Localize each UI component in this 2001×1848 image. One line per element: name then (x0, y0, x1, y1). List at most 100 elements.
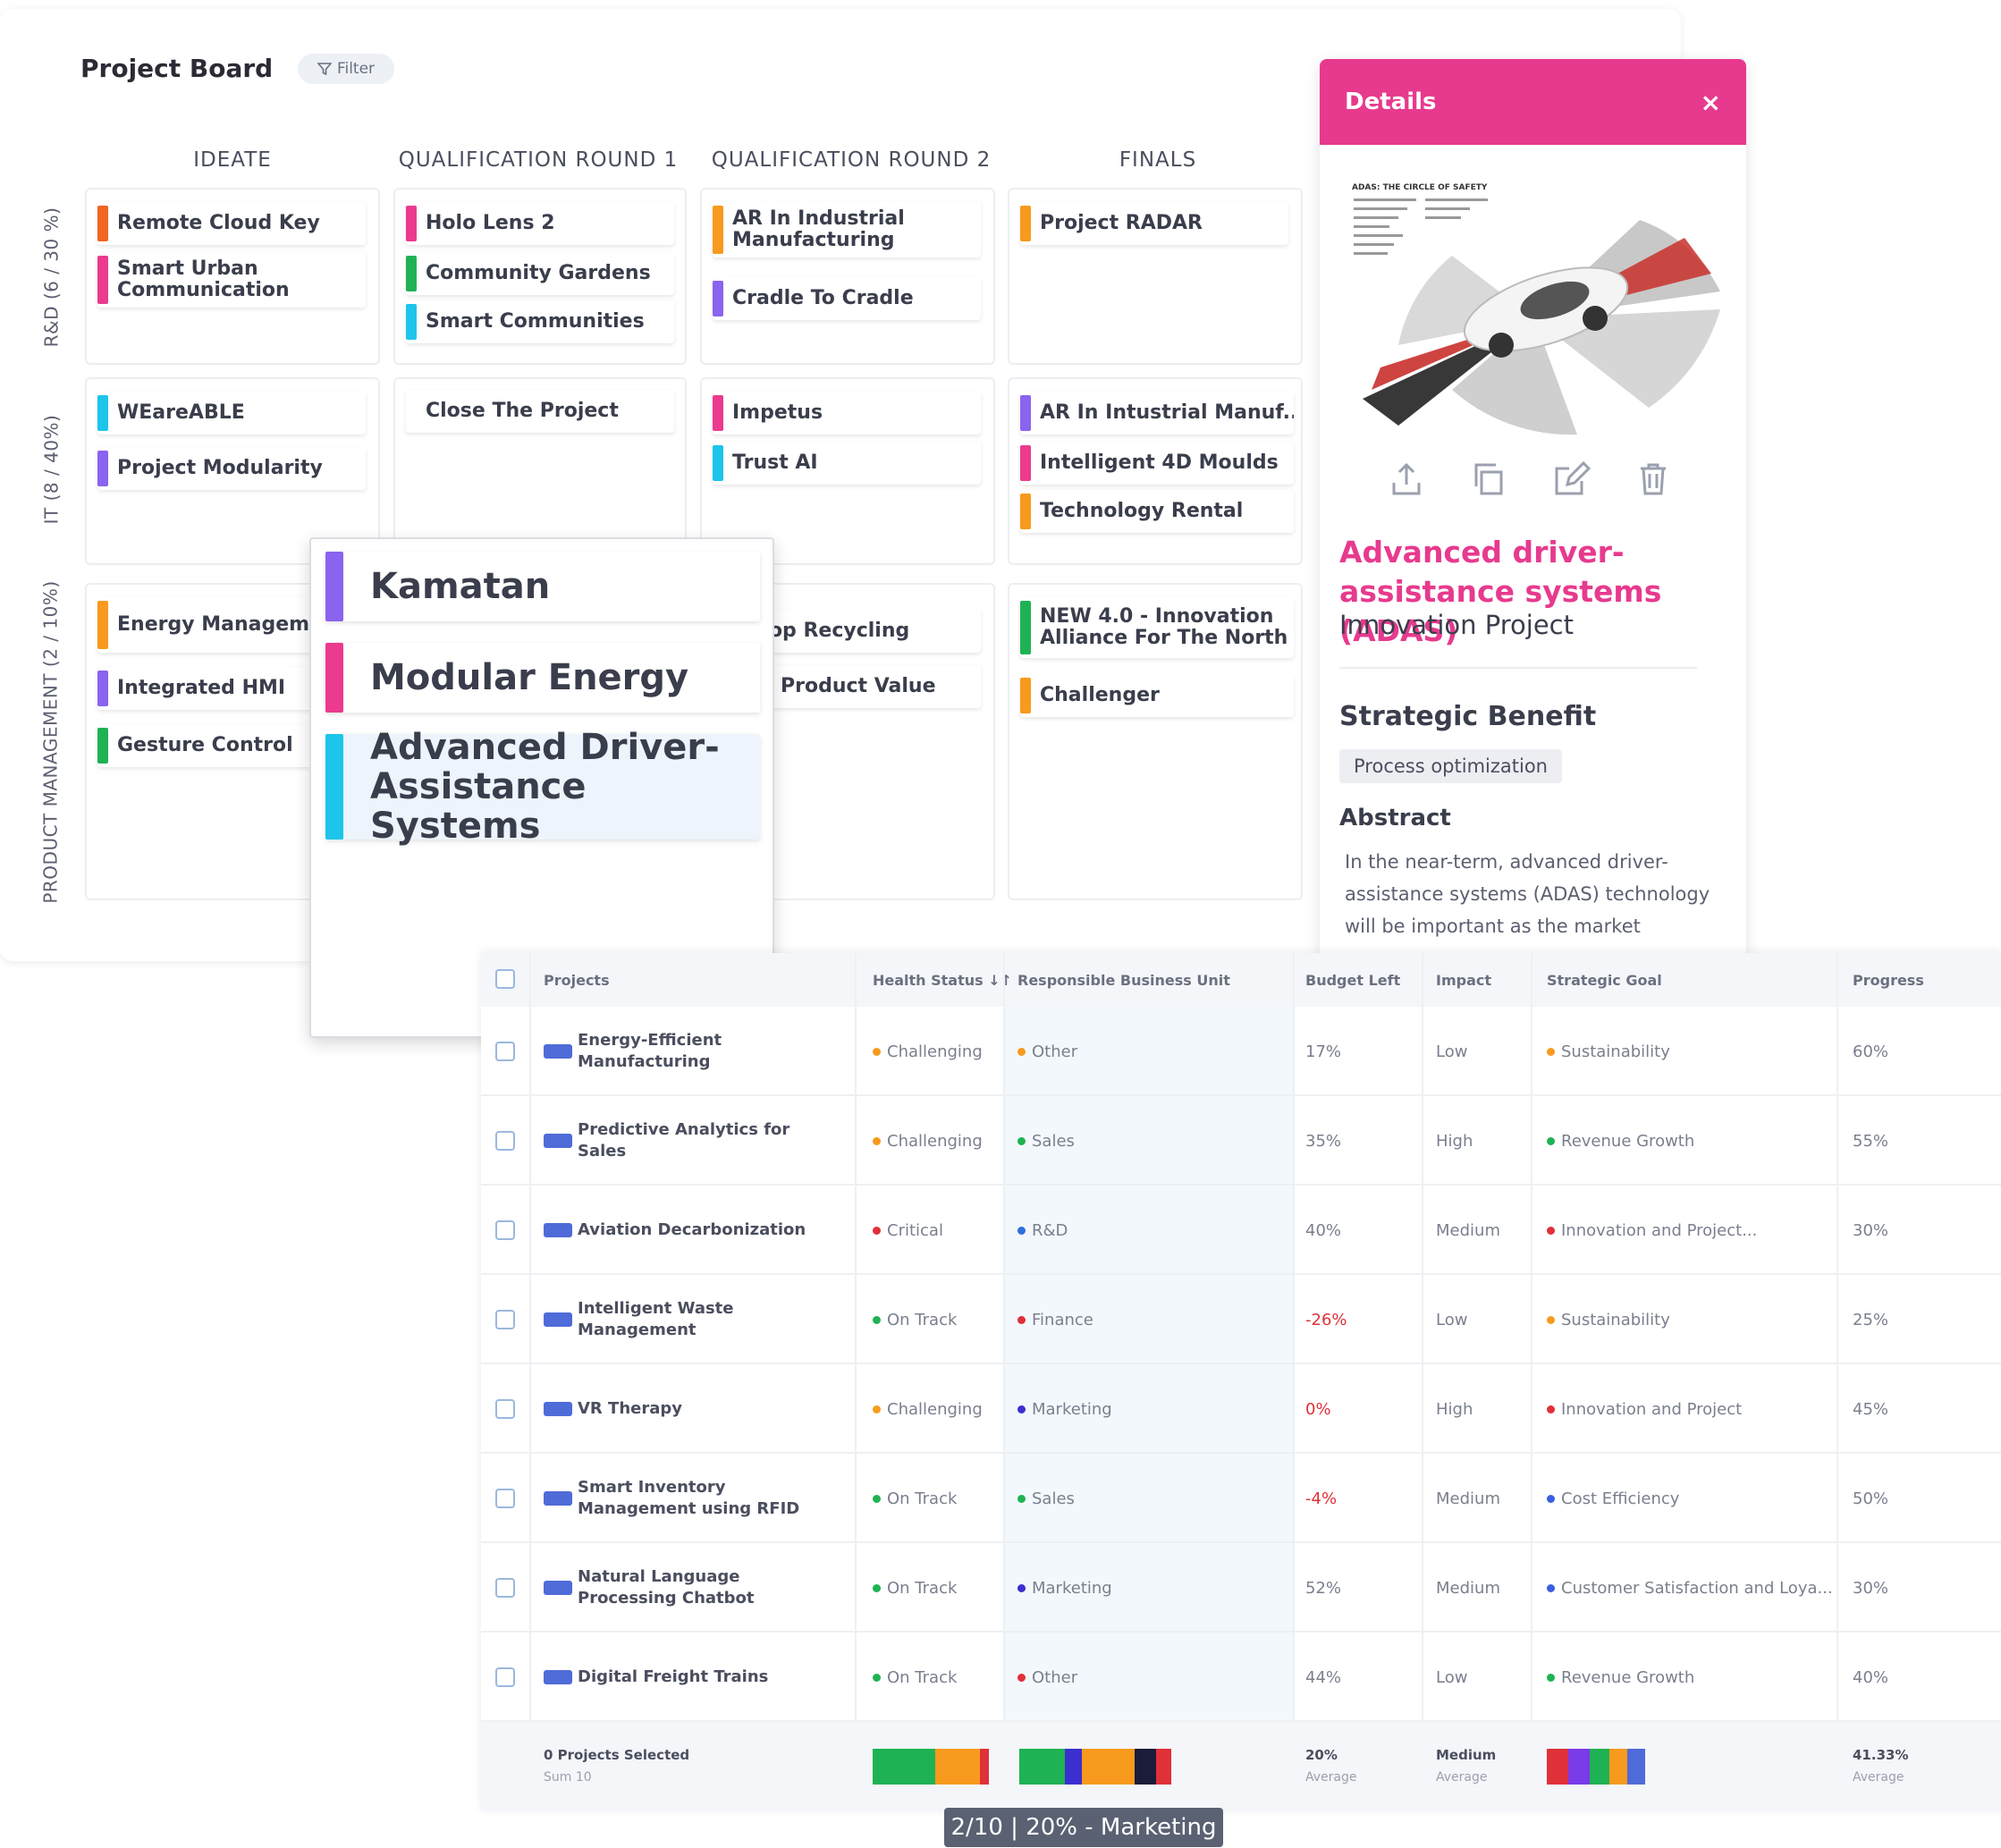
budget-left-cell: 44% (1305, 1667, 1342, 1687)
strategic-goal-cell-text: Customer Satisfaction and Loya... (1561, 1578, 1833, 1598)
row-checkbox[interactable] (495, 1310, 515, 1329)
health-status-cell-text: Challenging (887, 1399, 983, 1419)
card-cradle-to-cradle[interactable]: Cradle To Cradle (713, 277, 981, 320)
card-intelligent-4d-moulds[interactable]: Intelligent 4D Moulds (1020, 442, 1294, 485)
business-unit-cell: Sales (1017, 1096, 1075, 1186)
status-dot (873, 1405, 881, 1413)
details-panel: Details × ADAS: THE CIRCLE OF SAFETY Adv… (1320, 59, 1746, 958)
status-dot (873, 1136, 881, 1145)
business-unit-cell: Other (1017, 1007, 1077, 1096)
project-name-cell[interactable]: Intelligent Waste Management (544, 1275, 812, 1364)
card-challenger[interactable]: Challenger (1020, 674, 1294, 717)
business-unit-summary-bar[interactable] (1019, 1749, 1171, 1785)
header-budget-left[interactable]: Budget Left (1305, 953, 1400, 1007)
project-name-cell[interactable]: Energy-Efficient Manufacturing (544, 1007, 812, 1096)
card-project-radar[interactable]: Project RADAR (1020, 202, 1288, 245)
close-icon[interactable]: × (1701, 88, 1721, 117)
header-business-unit[interactable]: Responsible Business Unit (1017, 953, 1230, 1007)
row-checkbox[interactable] (495, 1578, 515, 1598)
strategic-goal-cell: Innovation and Project... (1547, 1186, 1757, 1275)
project-name-cell[interactable]: Smart Inventory Management using RFID (544, 1454, 812, 1543)
filter-icon (317, 63, 332, 76)
project-name: Aviation Decarbonization (578, 1220, 806, 1239)
image-caption: ADAS: THE CIRCLE OF SAFETY (1352, 183, 1488, 192)
drag-card-adas[interactable]: Advanced Driver-Assistance Systems (325, 728, 760, 846)
drag-card-modular-energy[interactable]: Modular Energy (325, 643, 760, 713)
header-projects[interactable]: Projects (544, 953, 610, 1007)
row-checkbox[interactable] (495, 1220, 515, 1240)
card-project-modularity[interactable]: Project Modularity (97, 447, 366, 490)
card-close-the-project[interactable]: Close The Project (406, 390, 674, 433)
project-name-cell[interactable]: Natural Language Processing Chatbot (544, 1543, 812, 1633)
strategic-goal-cell: Sustainability (1547, 1007, 1670, 1096)
health-status-cell-text: On Track (887, 1489, 958, 1508)
strategic-goal-cell: Cost Efficiency (1547, 1454, 1679, 1543)
row-checkbox[interactable] (495, 1489, 515, 1508)
budget-left-cell: 52% (1305, 1578, 1342, 1598)
project-name: Predictive Analytics for Sales (578, 1120, 790, 1160)
select-all-checkbox[interactable] (495, 969, 515, 989)
card-trust-ai[interactable]: Trust AI (713, 442, 981, 485)
card-technology-rental[interactable]: Technology Rental (1020, 490, 1294, 533)
share-icon[interactable] (1387, 460, 1426, 499)
card-ar-intustrial-manuf[interactable]: AR In Intustrial Manuf... (1020, 392, 1294, 435)
row-checkbox[interactable] (495, 1042, 515, 1061)
project-name-cell[interactable]: Digital Freight Trains (544, 1633, 812, 1722)
footer-impact: Medium (1436, 1747, 1497, 1763)
card-smart-urban-communication[interactable]: Smart Urban Communication (97, 252, 366, 308)
project-name: Smart Inventory Management using RFID (578, 1478, 800, 1518)
status-dot (1547, 1047, 1555, 1056)
header-strategic-goal[interactable]: Strategic Goal (1547, 953, 1662, 1007)
business-unit-cell-text: Sales (1032, 1131, 1075, 1151)
card-remote-cloud-key[interactable]: Remote Cloud Key (97, 202, 366, 245)
edit-icon[interactable] (1551, 460, 1591, 499)
project-type-icon (544, 1670, 572, 1684)
card-weareable[interactable]: WEareABLE (97, 392, 366, 435)
divider (1339, 667, 1697, 669)
business-unit-cell-text: R&D (1032, 1220, 1068, 1240)
status-dot (1547, 1494, 1555, 1503)
filter-button[interactable]: Filter (298, 54, 394, 84)
progress-cell: 45% (1853, 1399, 1889, 1419)
project-name-cell[interactable]: VR Therapy (544, 1364, 812, 1454)
health-status-cell-text: Challenging (887, 1131, 983, 1151)
header-health-status[interactable]: Health Status ↓↑ (873, 953, 1012, 1007)
details-header: Details × (1320, 59, 1746, 145)
project-type-icon (544, 1491, 572, 1506)
project-name: Digital Freight Trains (578, 1667, 769, 1686)
footer-progress-sub: Average (1853, 1770, 1904, 1785)
drag-card-kamatan[interactable]: Kamatan (325, 552, 760, 621)
health-status-cell: On Track (873, 1454, 957, 1543)
header-impact[interactable]: Impact (1436, 953, 1491, 1007)
status-dot (1017, 1583, 1026, 1592)
detail-actions (1387, 460, 1673, 499)
budget-left-cell: -26% (1305, 1310, 1347, 1329)
progress-cell: 30% (1853, 1220, 1889, 1240)
row-checkbox[interactable] (495, 1131, 515, 1151)
detail-project-type: Innovation Project (1339, 610, 1574, 640)
business-unit-cell-text: Other (1032, 1667, 1078, 1687)
project-name-cell[interactable]: Aviation Decarbonization (544, 1186, 812, 1275)
table-header-bg (481, 953, 2001, 1007)
impact-cell: Low (1436, 1042, 1468, 1061)
status-dot (1547, 1405, 1555, 1413)
header-progress[interactable]: Progress (1853, 953, 1924, 1007)
card-holo-lens-2[interactable]: Holo Lens 2 (406, 202, 674, 245)
card-new-4-innovation-alliance[interactable]: NEW 4.0 - Innovation Alliance For The No… (1020, 597, 1294, 658)
row-checkbox[interactable] (495, 1399, 515, 1419)
card-impetus[interactable]: Impetus (713, 392, 981, 435)
copy-icon[interactable] (1469, 460, 1508, 499)
row-header-rd: R&D (6 / 30 %) (40, 207, 62, 348)
card-smart-communities[interactable]: Smart Communities (406, 300, 674, 343)
project-name-cell[interactable]: Predictive Analytics for Sales (544, 1096, 812, 1186)
card-ar-industrial-manufacturing[interactable]: AR In Industrial Manufacturing (713, 202, 981, 257)
impact-cell: High (1436, 1131, 1473, 1151)
budget-left-cell: 35% (1305, 1131, 1342, 1151)
delete-icon[interactable] (1634, 460, 1673, 499)
filter-label: Filter (336, 60, 376, 78)
row-checkbox[interactable] (495, 1667, 515, 1687)
strategic-benefit-heading: Strategic Benefit (1339, 701, 1597, 732)
strategic-goal-cell-text: Sustainability (1561, 1042, 1670, 1061)
card-community-gardens[interactable]: Community Gardens (406, 252, 674, 295)
row-header-product-management: PRODUCT MANAGEMENT (2 / 10%) (40, 580, 62, 904)
